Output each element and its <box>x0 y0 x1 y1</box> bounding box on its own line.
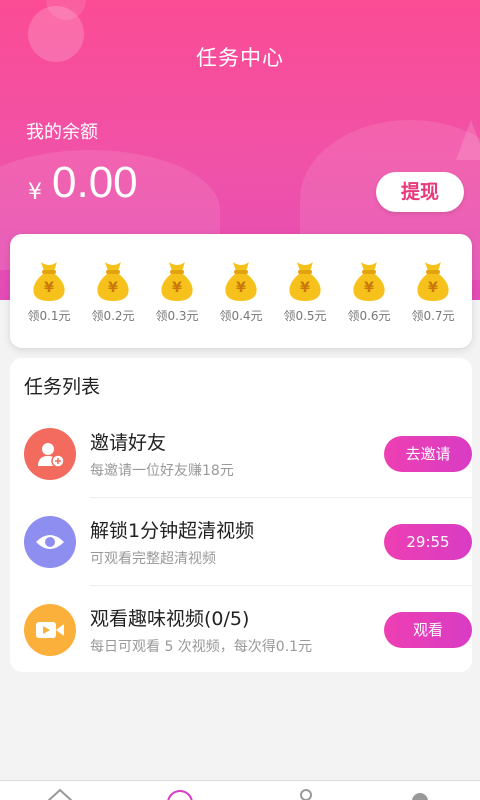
money-bag-icon: ¥ <box>417 262 449 301</box>
svg-text:¥: ¥ <box>108 280 118 296</box>
reward-item[interactable]: ¥ 领0.5元 <box>276 258 334 348</box>
reward-label: 领0.6元 <box>347 309 391 323</box>
task-icon <box>24 604 76 656</box>
reward-item[interactable]: ¥ 领0.4元 <box>212 258 270 348</box>
task-action-button[interactable]: 去邀请 <box>384 436 472 472</box>
balance-label: 我的余额 <box>26 122 98 143</box>
task-action-button[interactable]: 观看 <box>384 612 472 648</box>
svg-text:¥: ¥ <box>236 280 246 296</box>
task-list-title: 任务列表 <box>24 376 101 398</box>
withdraw-button[interactable]: 提现 <box>376 172 464 212</box>
reward-strip: ¥ 领0.1元 ¥ 领0.2元 ¥ 领0.3元 ¥ 领0.4元 ¥ 领0.5元 ¥ 领0.6元 ¥ 领0.… <box>10 234 472 348</box>
svg-text:¥: ¥ <box>172 280 182 296</box>
reward-item[interactable]: ¥ 领0.6元 <box>340 258 398 348</box>
task-name: 解锁1分钟超清视频 <box>90 520 255 542</box>
money-bag-icon: ¥ <box>33 262 65 301</box>
task-name: 观看趣味视频(0/5) <box>90 608 250 630</box>
reward-item[interactable]: ¥ 领0.1元 <box>20 258 78 348</box>
task-description: 每邀请一位好友赚18元 <box>90 463 234 479</box>
task-action-button[interactable]: 29:55 <box>384 524 472 560</box>
balance-amount: 0.00 <box>52 158 138 207</box>
svg-text:¥: ¥ <box>364 280 374 296</box>
task-icon <box>24 516 76 568</box>
reward-item[interactable]: ¥ 领0.2元 <box>84 258 142 348</box>
money-bag-icon: ¥ <box>353 262 385 301</box>
profile-icon[interactable] <box>296 789 316 800</box>
more-icon[interactable] <box>410 791 430 800</box>
svg-text:¥: ¥ <box>300 280 310 296</box>
svg-text:¥: ¥ <box>44 280 54 296</box>
task-row: 观看趣味视频(0/5) 每日可观看 5 次视频，每次得0.1元 观看 <box>10 588 472 674</box>
page-title: 任务中心 <box>196 46 284 70</box>
home-icon[interactable] <box>46 787 74 800</box>
reward-label: 领0.2元 <box>91 309 135 323</box>
reward-label: 领0.1元 <box>27 309 71 323</box>
task-icon <box>24 428 76 480</box>
svg-text:¥: ¥ <box>428 280 438 296</box>
task-list-card: 任务列表 邀请好友每邀请一位好友赚18元 去邀请解锁1分钟超清视频可观看完整超清视… <box>10 358 472 672</box>
task-name: 邀请好友 <box>90 432 167 454</box>
eye-icon <box>36 535 64 549</box>
task-description: 每日可观看 5 次视频，每次得0.1元 <box>90 639 313 655</box>
bottom-navigation <box>0 780 480 800</box>
money-bag-icon: ¥ <box>97 262 129 301</box>
reward-label: 领0.7元 <box>411 309 455 323</box>
task-description: 可观看完整超清视频 <box>90 551 216 567</box>
reward-label: 领0.3元 <box>155 309 199 323</box>
divider <box>90 585 472 586</box>
task-center-icon[interactable] <box>166 789 194 800</box>
decor-tree-icon <box>456 120 480 160</box>
money-bag-icon: ¥ <box>225 262 257 301</box>
money-bag-icon: ¥ <box>161 262 193 301</box>
add-user-icon <box>38 443 65 468</box>
currency-symbol: ¥ <box>28 180 42 205</box>
reward-label: 领0.4元 <box>219 309 263 323</box>
task-row: 解锁1分钟超清视频可观看完整超清视频 29:55 <box>10 500 472 586</box>
money-bag-icon: ¥ <box>289 262 321 301</box>
reward-item[interactable]: ¥ 领0.7元 <box>404 258 462 348</box>
divider <box>90 497 472 498</box>
task-row: 邀请好友每邀请一位好友赚18元 去邀请 <box>10 412 472 498</box>
video-icon <box>36 622 64 638</box>
reward-item[interactable]: ¥ 领0.3元 <box>148 258 206 348</box>
reward-label: 领0.5元 <box>283 309 327 323</box>
